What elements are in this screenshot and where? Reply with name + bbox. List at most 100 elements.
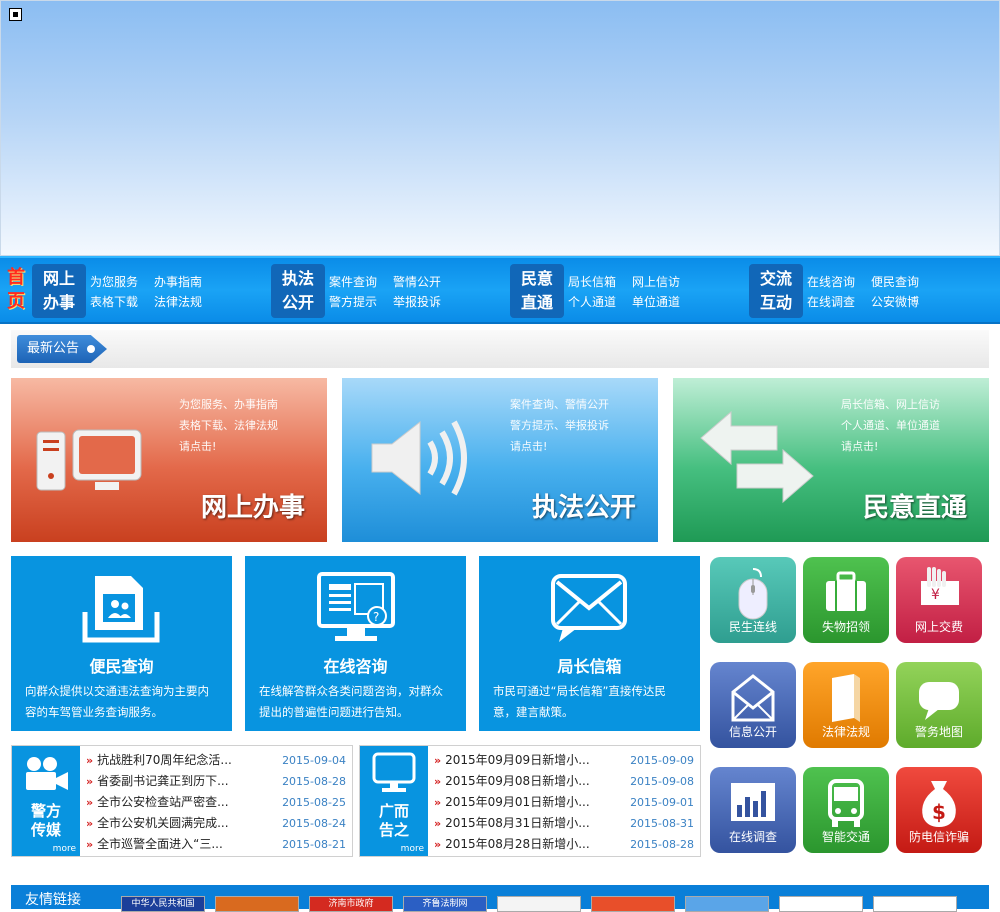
svg-text:?: ? [373, 610, 379, 624]
envelope-icon [551, 574, 627, 642]
card-public-opinion[interactable]: 局长信箱、网上信访 个人通道、单位通道 请点击! 民意直通 [673, 378, 989, 542]
nav-link[interactable]: 网上信访 [632, 272, 696, 292]
tile-anti-fraud[interactable]: $ 防电信诈骗 [896, 767, 982, 853]
card-desc: 市民可通过“局长信箱”直接传达民意，建言献策。 [493, 684, 666, 719]
tile-label: 信息公开 [728, 725, 777, 739]
tile-online-payment[interactable]: ¥ 网上交费 [896, 557, 982, 643]
news-list: 抗战胜利70周年纪念活...2015-09-04 省委副书记龚正到历下...20… [86, 750, 350, 855]
briefcase-icon [826, 571, 866, 611]
tile-label: 智能交通 [821, 830, 870, 844]
nav-link[interactable]: 举报投诉 [393, 292, 457, 312]
book-icon [832, 674, 860, 722]
nav-link[interactable]: 为您服务 [90, 272, 154, 292]
news-item[interactable]: 2015年09月09日新增小...2015-09-09 [434, 750, 698, 771]
tile-label: 法律法规 [821, 725, 870, 739]
card-desc: 在线解答群众各类问题咨询，对群众提出的普遍性问题进行告知。 [259, 684, 443, 719]
friend-link[interactable] [591, 896, 675, 912]
news-item[interactable]: 抗战胜利70周年纪念活...2015-09-04 [86, 750, 350, 771]
nav-link[interactable]: 局长信箱 [568, 272, 632, 292]
news-item[interactable]: 2015年08月28日新增小...2015-08-28 [434, 834, 698, 855]
news-item[interactable]: 2015年09月01日新增小...2015-09-01 [434, 792, 698, 813]
tile-label: 警务地图 [914, 725, 963, 739]
news-item[interactable]: 2015年09月08日新增小...2015-09-08 [434, 771, 698, 792]
money-bag-icon: $ [922, 781, 956, 827]
card-desc: 案件查询、警情公开 警方提示、举报投诉 请点击! [510, 398, 609, 453]
friend-link[interactable] [779, 896, 863, 912]
nav-link[interactable]: 个人通道 [568, 292, 632, 312]
news-item[interactable]: 省委副书记龚正到历下...2015-08-28 [86, 771, 350, 792]
friend-link[interactable]: 济南市政府 [309, 896, 393, 912]
nav-link[interactable]: 办事指南 [154, 272, 218, 292]
nav-group-title[interactable]: 执法 公开 [271, 264, 325, 318]
more-link[interactable]: more [53, 844, 76, 854]
tile-lost-found[interactable]: 失物招领 [803, 557, 889, 643]
bus-icon [828, 779, 864, 827]
news-box-police-media: 警方传媒 more 抗战胜利70周年纪念活...2015-09-04 省委副书记… [11, 745, 353, 857]
nav-link[interactable]: 警情公开 [393, 272, 457, 292]
nav-group-title[interactable]: 交流 互动 [749, 264, 803, 318]
svg-text:¥: ¥ [931, 587, 940, 603]
tile-police-map[interactable]: 警务地图 [896, 662, 982, 748]
nav-link[interactable]: 便民查询 [871, 272, 935, 292]
bar-chart-icon [731, 783, 775, 821]
card-convenience-query[interactable]: 便民查询 向群众提供以交通违法查询为主要内容的车驾管业务查询服务。 [11, 556, 232, 731]
nav-link[interactable]: 警方提示 [329, 292, 393, 312]
computer-icon [36, 429, 142, 491]
mouse-icon [738, 568, 768, 620]
card-title: 便民查询 [89, 657, 154, 676]
friend-links-bar: 友情链接 中华人民共和国 济南市政府 齐鲁法制网 [11, 885, 989, 912]
payment-icon: ¥ [921, 567, 959, 605]
friend-link[interactable] [497, 896, 581, 912]
nav-link[interactable]: 在线咨询 [807, 272, 871, 292]
tile-label: 防电信诈骗 [908, 830, 969, 844]
speaker-icon [371, 420, 467, 496]
tile-label: 在线调查 [728, 830, 777, 844]
card-director-mailbox[interactable]: 局长信箱 市民可通过“局长信箱”直接传达民意，建言献策。 [479, 556, 700, 731]
nav-link[interactable]: 案件查询 [329, 272, 393, 292]
tile-livelihood-line[interactable]: 民生连线 [710, 557, 796, 643]
friend-links-label: 友情链接 [25, 892, 81, 908]
nav-link[interactable]: 单位通道 [632, 292, 696, 312]
nav-group-title[interactable]: 网上 办事 [32, 264, 86, 318]
window-icon [9, 8, 22, 21]
nav-home[interactable]: 首 页 [5, 266, 27, 314]
card-online-consult[interactable]: ? 在线咨询 在线解答群众各类问题咨询，对群众提出的普遍性问题进行告知。 [245, 556, 466, 731]
nav-home-char: 首 [7, 267, 25, 288]
news-item[interactable]: 全市公安机关圆满完成...2015-08-24 [86, 813, 350, 834]
nav-group-title[interactable]: 民意 直通 [510, 264, 564, 318]
news-item[interactable]: 全市巡警全面进入“三...2015-08-21 [86, 834, 350, 855]
nav-link[interactable]: 在线调查 [807, 292, 871, 312]
tile-laws[interactable]: 法律法规 [803, 662, 889, 748]
nav-home-char: 页 [7, 291, 25, 312]
friend-link[interactable]: 齐鲁法制网 [403, 896, 487, 912]
news-item[interactable]: 2015年08月31日新增小...2015-08-31 [434, 813, 698, 834]
more-link[interactable]: more [401, 844, 424, 854]
tile-label: 网上交费 [914, 620, 963, 634]
news-side-announcements[interactable]: 广而 告之 more [360, 746, 428, 856]
top-banner [0, 0, 1000, 256]
notice-header: 最新公告 [11, 330, 989, 368]
friend-link[interactable]: 中华人民共和国 [121, 896, 205, 912]
nav-link[interactable]: 表格下载 [90, 292, 154, 312]
friend-link[interactable] [215, 896, 299, 912]
tile-online-survey[interactable]: 在线调查 [710, 767, 796, 853]
speech-bubble-icon [919, 682, 959, 720]
friend-link[interactable] [873, 896, 957, 912]
card-online-service[interactable]: 为您服务、办事指南 表格下载、法律法规 请点击! 网上办事 [11, 378, 327, 542]
document-user-icon [82, 576, 160, 643]
latest-notice-tag[interactable]: 最新公告 [17, 335, 107, 363]
card-desc: 局长信箱、网上信访 个人通道、单位通道 请点击! [841, 398, 940, 453]
nav-link[interactable]: 公安微博 [871, 292, 935, 312]
main-nav: 首 页 网上 办事 为您服务 办事指南表格下载 法律法规 执法 公开 案件查询 警情公开警… [0, 256, 1000, 324]
tile-smart-traffic[interactable]: 智能交通 [803, 767, 889, 853]
tile-info-disclosure[interactable]: 信息公开 [710, 662, 796, 748]
news-side-police-media[interactable]: 警方 传媒 more [12, 746, 80, 856]
nav-link[interactable]: 法律法规 [154, 292, 218, 312]
card-desc: 向群众提供以交通违法查询为主要内容的车驾管业务查询服务。 [25, 684, 209, 719]
card-title: 民意直通 [862, 493, 967, 523]
monitor-icon [372, 752, 416, 792]
news-item[interactable]: 全市公安检查站严密查...2015-08-25 [86, 792, 350, 813]
card-law-enforcement[interactable]: 案件查询、警情公开 警方提示、举报投诉 请点击! 执法公开 [342, 378, 658, 542]
friend-link[interactable] [685, 896, 769, 912]
arrows-icon [700, 410, 814, 504]
